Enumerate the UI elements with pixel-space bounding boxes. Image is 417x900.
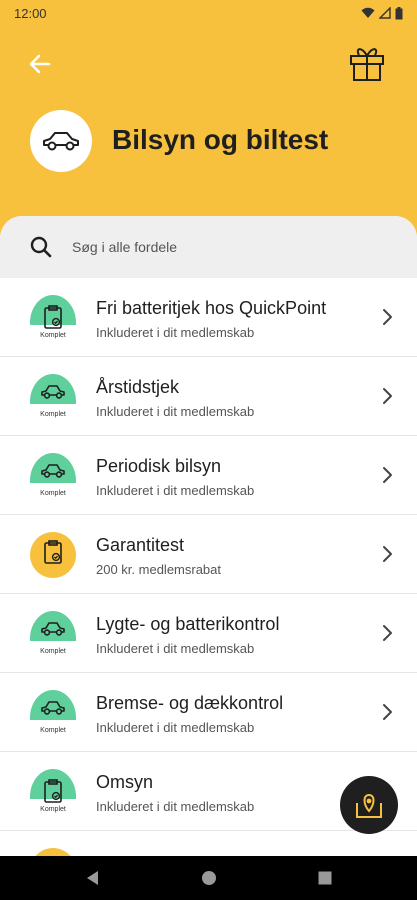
item-subtitle: 200 kr. medlemsrabat xyxy=(96,562,222,577)
item-subtitle: Inkluderet i dit medlemskab xyxy=(96,799,255,814)
nav-home-icon[interactable] xyxy=(201,870,217,886)
gift-button[interactable] xyxy=(345,40,389,84)
item-title: Periodisk bilsyn xyxy=(96,456,222,476)
search-input[interactable]: Søg i alle fordele xyxy=(72,239,177,255)
discount-badge xyxy=(30,848,76,856)
search-icon xyxy=(30,235,54,259)
chevron-right-icon xyxy=(379,622,395,644)
nav-back-icon[interactable] xyxy=(85,870,101,886)
gift-icon xyxy=(350,48,384,81)
list-item[interactable]: Garantitest 200 kr. medlemsrabat xyxy=(0,515,417,594)
car-icon xyxy=(43,132,79,151)
clipboard-icon xyxy=(30,540,76,564)
chevron-right-icon xyxy=(379,701,395,723)
item-title: Bremse- og dækkontrol xyxy=(96,693,284,713)
list-item[interactable]: Komplet Fri batteritjek hos QuickPoint Ink… xyxy=(0,278,417,357)
badge-label: Komplet xyxy=(40,727,66,734)
badge-label: Komplet xyxy=(40,806,66,813)
item-title: Omsyn xyxy=(96,772,154,792)
item-title: Lygte- og batterikontrol xyxy=(96,614,280,634)
discount-badge xyxy=(30,532,76,578)
list-item[interactable]: Komplet Bremse- og dækkontrol Inkluderet i… xyxy=(0,673,417,752)
arrow-left-icon xyxy=(29,54,51,74)
benefits-list: Komplet Fri batteritjek hos QuickPoint Ink… xyxy=(0,278,417,856)
car-icon xyxy=(30,463,76,479)
page-title: Bilsyn og biltest xyxy=(112,124,329,155)
back-button[interactable] xyxy=(22,46,58,82)
content-sheet: Søg i alle fordele Komplet Fri batteritje… xyxy=(0,216,417,856)
clipboard-icon xyxy=(30,305,76,329)
item-subtitle: Inkluderet i dit medlemskab xyxy=(96,720,255,735)
header: Bilsyn og biltest xyxy=(0,26,417,226)
list-item-partial[interactable] xyxy=(0,831,417,856)
search-bar[interactable]: Søg i alle fordele xyxy=(0,216,417,278)
car-icon xyxy=(30,621,76,637)
list-item[interactable]: Komplet Lygte- og batterikontrol Inkludere… xyxy=(0,594,417,673)
item-title: Fri batteritjek hos QuickPoint xyxy=(96,298,327,318)
badge-label: Komplet xyxy=(40,490,66,497)
list-item[interactable]: Komplet Periodisk bilsyn Inkluderet i dit … xyxy=(0,436,417,515)
item-subtitle: Inkluderet i dit medlemskab xyxy=(96,483,255,498)
item-subtitle: Inkluderet i dit medlemskab xyxy=(96,404,255,419)
chevron-right-icon xyxy=(379,464,395,486)
category-icon xyxy=(30,110,92,172)
item-title: Årstidstjek xyxy=(96,377,180,397)
badge-label: Komplet xyxy=(40,411,66,418)
car-icon xyxy=(30,700,76,716)
komplet-badge: Komplet xyxy=(30,769,76,815)
wifi-icon xyxy=(361,7,375,18)
komplet-badge: Komplet xyxy=(30,690,76,736)
chevron-right-icon xyxy=(379,385,395,407)
status-time: 12:00 xyxy=(14,5,47,21)
system-nav-bar xyxy=(0,856,417,900)
komplet-badge: Komplet xyxy=(30,374,76,420)
komplet-badge: Komplet xyxy=(30,453,76,499)
chevron-right-icon xyxy=(379,306,395,328)
nav-recents-icon[interactable] xyxy=(317,870,333,886)
item-subtitle: Inkluderet i dit medlemskab xyxy=(96,641,255,656)
chevron-right-icon xyxy=(379,543,395,565)
signal-icon xyxy=(379,7,391,19)
clipboard-icon xyxy=(30,779,76,803)
badge-label: Komplet xyxy=(40,332,66,339)
status-icons xyxy=(361,6,403,20)
komplet-badge: Komplet xyxy=(30,295,76,341)
car-icon xyxy=(30,384,76,400)
list-item[interactable]: Komplet Årstidstjek Inkluderet i dit medle… xyxy=(0,357,417,436)
status-bar: 12:00 xyxy=(0,0,417,26)
item-title: Garantitest xyxy=(96,535,185,555)
map-pin-icon xyxy=(356,793,382,818)
item-subtitle: Inkluderet i dit medlemskab xyxy=(96,325,255,340)
komplet-badge: Komplet xyxy=(30,611,76,657)
map-fab[interactable] xyxy=(340,776,398,834)
battery-icon xyxy=(395,6,403,19)
badge-label: Komplet xyxy=(40,648,66,655)
